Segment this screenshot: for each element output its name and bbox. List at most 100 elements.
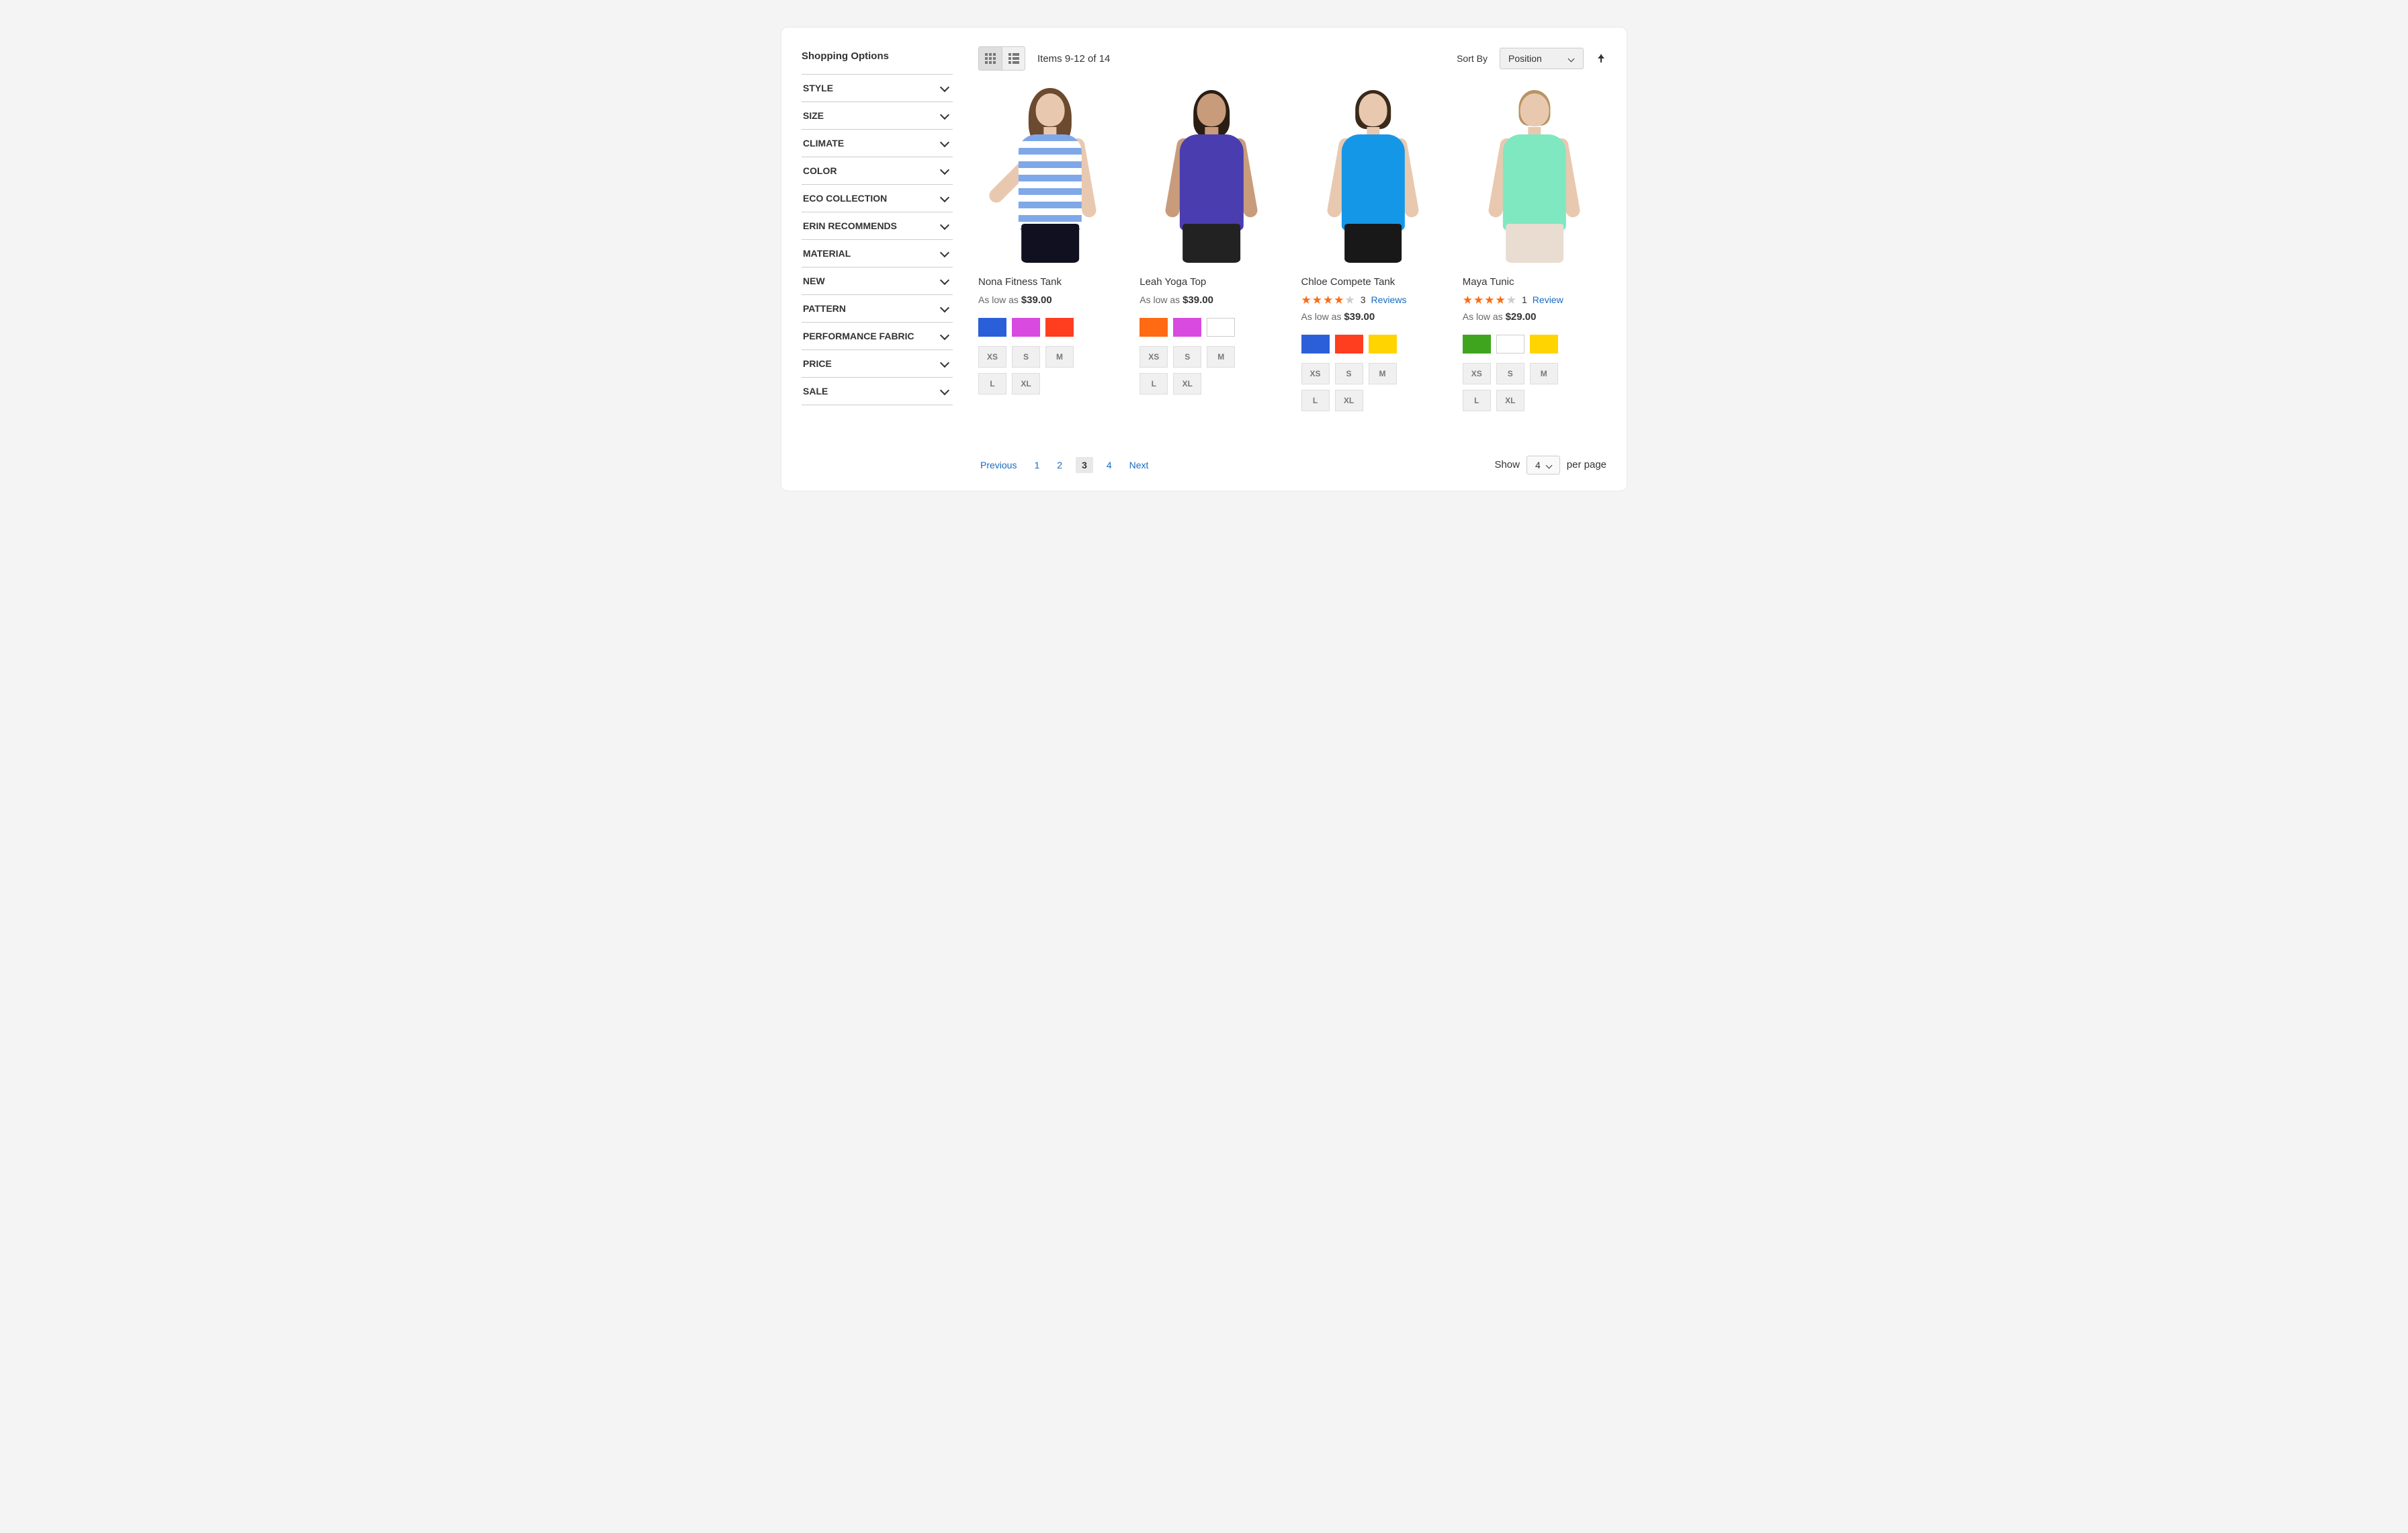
color-swatch[interactable]: [1301, 335, 1330, 354]
pagination-page[interactable]: 1: [1030, 457, 1043, 473]
price-prefix: As low as: [1301, 311, 1344, 322]
filter-eco-collection[interactable]: ECO COLLECTION: [802, 184, 953, 212]
filter-label: CLIMATE: [803, 138, 844, 149]
color-swatch[interactable]: [1496, 335, 1524, 354]
product-image[interactable]: [1463, 88, 1606, 266]
product-name[interactable]: Nona Fitness Tank: [978, 276, 1122, 289]
filter-label: SALE: [803, 386, 828, 397]
color-swatch[interactable]: [1045, 318, 1074, 337]
sort-select[interactable]: Position: [1500, 48, 1584, 69]
filter-style[interactable]: STYLE: [802, 74, 953, 101]
filter-label: PRICE: [803, 358, 832, 369]
price-row: As low as $39.00: [1140, 294, 1283, 306]
color-swatch[interactable]: [1463, 335, 1491, 354]
list-view-button[interactable]: [1002, 47, 1025, 70]
filter-label: PATTERN: [803, 303, 846, 314]
product-image[interactable]: [1140, 88, 1283, 266]
star-icon: ★: [1484, 294, 1494, 306]
filter-size[interactable]: SIZE: [802, 101, 953, 129]
view-toggle: [978, 46, 1025, 71]
product-name[interactable]: Leah Yoga Top: [1140, 276, 1283, 289]
price-row: As low as $29.00: [1463, 311, 1606, 323]
chevron-down-icon: [940, 84, 949, 93]
content-row: Shopping Options STYLE SIZE CLIMATE COLOREC…: [802, 46, 1606, 411]
color-swatch[interactable]: [1173, 318, 1201, 337]
chevron-down-icon: [940, 139, 949, 148]
size-option[interactable]: XS: [1463, 363, 1491, 384]
chevron-down-icon: [940, 222, 949, 231]
color-swatch[interactable]: [1335, 335, 1363, 354]
size-option[interactable]: S: [1012, 346, 1040, 368]
chevron-down-icon: [1567, 55, 1576, 64]
pagination-next[interactable]: Next: [1125, 457, 1153, 473]
reviews-link[interactable]: Review: [1533, 294, 1563, 305]
chevron-down-icon: [940, 194, 949, 203]
filter-sale[interactable]: SALE: [802, 377, 953, 405]
price-prefix: As low as: [1463, 311, 1506, 322]
product-name[interactable]: Maya Tunic: [1463, 276, 1606, 289]
filter-new[interactable]: NEW: [802, 267, 953, 294]
size-option[interactable]: S: [1173, 346, 1201, 368]
size-option[interactable]: XS: [978, 346, 1006, 368]
pagination-page[interactable]: 2: [1053, 457, 1066, 473]
list-icon: [1008, 53, 1019, 64]
product-image[interactable]: [978, 88, 1122, 266]
color-swatch[interactable]: [1530, 335, 1558, 354]
filter-label: NEW: [803, 276, 825, 286]
filter-material[interactable]: MATERIAL: [802, 239, 953, 267]
product-name[interactable]: Chloe Compete Tank: [1301, 276, 1445, 289]
footer-row: Previous1234Next Show 4 per page: [802, 456, 1606, 474]
size-option[interactable]: M: [1045, 346, 1074, 368]
color-swatches: [978, 318, 1122, 337]
size-option[interactable]: L: [1301, 390, 1330, 411]
product-image[interactable]: [1301, 88, 1445, 266]
filter-price[interactable]: PRICE: [802, 349, 953, 377]
chevron-down-icon: [940, 112, 949, 120]
product-card: Chloe Compete Tank★★★★★3ReviewsAs low as…: [1301, 88, 1445, 411]
size-option[interactable]: S: [1496, 363, 1524, 384]
color-swatches: [1301, 335, 1445, 354]
color-swatch[interactable]: [1140, 318, 1168, 337]
size-option[interactable]: L: [1140, 373, 1168, 395]
size-option[interactable]: S: [1335, 363, 1363, 384]
filter-performance-fabric[interactable]: PERFORMANCE FABRIC: [802, 322, 953, 349]
product-card: Leah Yoga Top As low as $39.00 XSSM LXL: [1140, 88, 1283, 411]
size-option[interactable]: M: [1369, 363, 1397, 384]
filter-climate[interactable]: CLIMATE: [802, 129, 953, 157]
size-option[interactable]: XL: [1012, 373, 1040, 395]
toolbar: Items 9-12 of 14 Sort By Position: [978, 46, 1606, 71]
price: $39.00: [1182, 294, 1213, 306]
size-option[interactable]: M: [1207, 346, 1235, 368]
grid-view-button[interactable]: [979, 47, 1002, 70]
size-options: XSSM LXL: [1140, 346, 1254, 395]
size-option[interactable]: XL: [1335, 390, 1363, 411]
size-option[interactable]: XL: [1496, 390, 1524, 411]
size-option[interactable]: L: [1463, 390, 1491, 411]
size-option[interactable]: XS: [1301, 363, 1330, 384]
per-page-select[interactable]: 4: [1526, 456, 1560, 474]
shopping-options-title: Shopping Options: [802, 46, 953, 74]
filter-label: SIZE: [803, 110, 824, 121]
filter-color[interactable]: COLOR: [802, 157, 953, 184]
star-icon: ★: [1496, 294, 1506, 306]
chevron-down-icon: [940, 304, 949, 313]
color-swatch[interactable]: [1207, 318, 1235, 337]
price: $39.00: [1021, 294, 1052, 306]
size-option[interactable]: XL: [1173, 373, 1201, 395]
size-option[interactable]: M: [1530, 363, 1558, 384]
size-option[interactable]: XS: [1140, 346, 1168, 368]
size-option[interactable]: L: [978, 373, 1006, 395]
per-page-show-label: Show: [1494, 459, 1520, 470]
filter-pattern[interactable]: PATTERN: [802, 294, 953, 322]
pagination-page[interactable]: 4: [1103, 457, 1116, 473]
reviews-link[interactable]: Reviews: [1371, 294, 1407, 305]
color-swatch[interactable]: [1369, 335, 1397, 354]
per-page-value: 4: [1535, 460, 1541, 470]
chevron-down-icon: [940, 387, 949, 396]
size-options: XSSM LXL: [1463, 363, 1577, 411]
pagination-previous[interactable]: Previous: [976, 457, 1021, 473]
filter-erin-recommends[interactable]: ERIN RECOMMENDS: [802, 212, 953, 239]
sort-direction-toggle[interactable]: [1596, 53, 1606, 64]
color-swatch[interactable]: [1012, 318, 1040, 337]
color-swatch[interactable]: [978, 318, 1006, 337]
